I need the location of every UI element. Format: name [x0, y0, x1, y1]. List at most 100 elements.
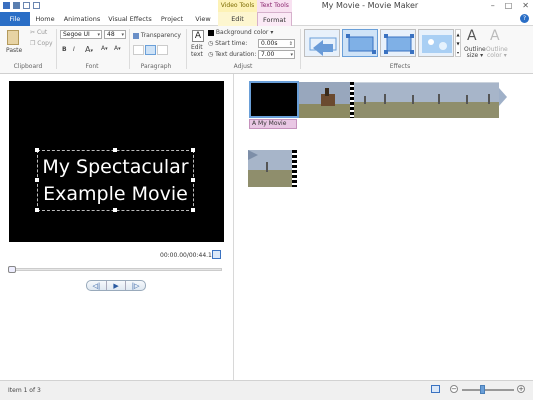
- video-clip-1[interactable]: [299, 82, 351, 118]
- minimize-button[interactable]: –: [491, 1, 495, 10]
- chevron-down-icon: ▾: [121, 32, 124, 38]
- playback-time: 00:00.00/00:44.13: [160, 252, 216, 259]
- divider: [56, 29, 57, 69]
- resize-handle[interactable]: [35, 178, 39, 182]
- storyboard-view-icon[interactable]: [431, 385, 440, 393]
- help-icon[interactable]: ?: [520, 14, 529, 23]
- video-clip-2[interactable]: [354, 82, 499, 118]
- zoom-in-button[interactable]: +: [517, 385, 525, 393]
- title-bar: Video Tools Text Tools My Movie - Movie …: [0, 0, 533, 12]
- seek-bar[interactable]: [10, 268, 222, 271]
- transparency-button[interactable]: Transparency: [133, 32, 181, 39]
- video-tools-context: Video Tools: [218, 0, 257, 12]
- divider: [186, 29, 187, 69]
- tab-animations[interactable]: Animations: [62, 12, 102, 26]
- tab-home[interactable]: Home: [32, 12, 58, 26]
- chevron-down-icon: ▾: [97, 32, 100, 38]
- tab-edit[interactable]: Edit: [218, 12, 257, 26]
- caption-line-2: Example Movie: [43, 182, 188, 205]
- text-tools-context: Text Tools: [257, 0, 292, 12]
- outline-color-icon[interactable]: A: [490, 28, 500, 44]
- tab-visual-effects[interactable]: Visual Effects: [106, 12, 154, 26]
- grow-font-button[interactable]: A▾: [101, 45, 108, 52]
- font-group-label: Font: [85, 63, 99, 70]
- start-time-input[interactable]: 0.00s ⇕: [258, 39, 295, 48]
- effect-thumbnail-2[interactable]: [342, 29, 378, 57]
- next-frame-button[interactable]: |▷: [126, 281, 145, 290]
- redo-icon[interactable]: [33, 2, 40, 9]
- close-button[interactable]: ✕: [522, 1, 529, 10]
- divider: [129, 29, 130, 69]
- resize-handle[interactable]: [191, 208, 195, 212]
- tab-project[interactable]: Project: [158, 12, 186, 26]
- align-right-button[interactable]: [157, 45, 168, 55]
- clipboard-group-label: Clipboard: [13, 63, 43, 70]
- undo-icon[interactable]: [23, 2, 30, 9]
- background-color-icon: [208, 29, 214, 36]
- chevron-down-icon: ▾: [290, 52, 293, 58]
- tab-view[interactable]: View: [190, 12, 216, 26]
- resize-handle[interactable]: [191, 178, 195, 182]
- font-family-select[interactable]: Segoe UI ▾: [60, 30, 102, 39]
- edit-text-button[interactable]: Edit text: [191, 44, 203, 58]
- effect-thumbnail-4[interactable]: [418, 29, 454, 57]
- outline-size-button[interactable]: Outline size ▾: [464, 47, 486, 59]
- tab-format[interactable]: Format: [257, 12, 292, 26]
- paste-icon[interactable]: [7, 30, 19, 45]
- fullscreen-icon[interactable]: [212, 250, 221, 259]
- playback-controls: ◁| ▶ |▷: [86, 280, 146, 291]
- zoom-out-button[interactable]: −: [450, 385, 458, 393]
- effects-group-label: Effects: [389, 63, 411, 70]
- resize-handle[interactable]: [113, 148, 117, 152]
- maximize-button[interactable]: □: [505, 1, 513, 10]
- chevron-down-icon: ▾: [270, 29, 274, 36]
- seek-thumb[interactable]: [8, 266, 16, 273]
- cut-icon: ✂: [30, 29, 37, 36]
- caption-text-box[interactable]: My Spectacular Example Movie: [37, 150, 194, 211]
- paste-button[interactable]: Paste: [6, 47, 22, 54]
- caption-line-1: My Spectacular: [42, 155, 189, 178]
- font-size-select[interactable]: 48 ▾: [104, 30, 126, 39]
- ribbon-tabs: File Home Animations Visual Effects Proj…: [0, 12, 533, 26]
- zoom-thumb[interactable]: [480, 385, 485, 394]
- background-color-button[interactable]: Background color ▾: [208, 29, 273, 36]
- shrink-font-button[interactable]: A▾: [85, 45, 93, 54]
- bold-button[interactable]: B: [62, 46, 67, 53]
- resize-handle[interactable]: [35, 208, 39, 212]
- outline-color-button[interactable]: Outline color ▾: [486, 47, 508, 59]
- previous-frame-button[interactable]: ◁|: [87, 281, 106, 290]
- align-center-button[interactable]: [145, 45, 156, 55]
- start-time-label: ◷ Start time:: [208, 40, 248, 47]
- copy-button[interactable]: ❐ Copy: [30, 40, 53, 47]
- video-clip-3[interactable]: [248, 150, 292, 187]
- spin-icon: ⇕: [288, 41, 293, 47]
- resize-handle[interactable]: [191, 148, 195, 152]
- outline-size-icon[interactable]: A: [467, 28, 477, 44]
- edit-text-icon[interactable]: A: [192, 30, 204, 42]
- play-button[interactable]: ▶: [105, 281, 127, 290]
- effects-scroll[interactable]: ▲ ▼ ▾: [455, 29, 461, 57]
- window-title: My Movie - Movie Maker: [321, 1, 419, 10]
- cut-button[interactable]: ✂ Cut: [30, 29, 47, 36]
- title-clip[interactable]: [249, 81, 299, 118]
- clip-end-arrow: [499, 88, 507, 106]
- italic-button[interactable]: I: [73, 46, 75, 53]
- quick-access-toolbar: [3, 2, 40, 9]
- tab-file[interactable]: File: [0, 12, 30, 26]
- text-duration-select[interactable]: 7.00 ▾: [258, 50, 295, 59]
- transparency-icon: [133, 32, 139, 39]
- effect-thumbnail-3[interactable]: [380, 29, 416, 57]
- zoom-slider[interactable]: [462, 389, 514, 391]
- caption-tag[interactable]: A My Movie: [249, 119, 297, 129]
- paragraph-group-label: Paragraph: [140, 63, 172, 70]
- text-duration-label: ◷ Text duration:: [208, 51, 257, 58]
- item-count: Item 1 of 3: [8, 387, 41, 394]
- font-color-button[interactable]: A▾: [114, 45, 121, 52]
- resize-handle[interactable]: [113, 208, 117, 212]
- save-icon[interactable]: [13, 2, 20, 9]
- align-left-button[interactable]: [133, 45, 144, 55]
- effect-thumbnail-1[interactable]: [304, 29, 340, 57]
- adjust-group-label: Adjust: [233, 63, 253, 70]
- resize-handle[interactable]: [35, 148, 39, 152]
- divider: [300, 29, 301, 69]
